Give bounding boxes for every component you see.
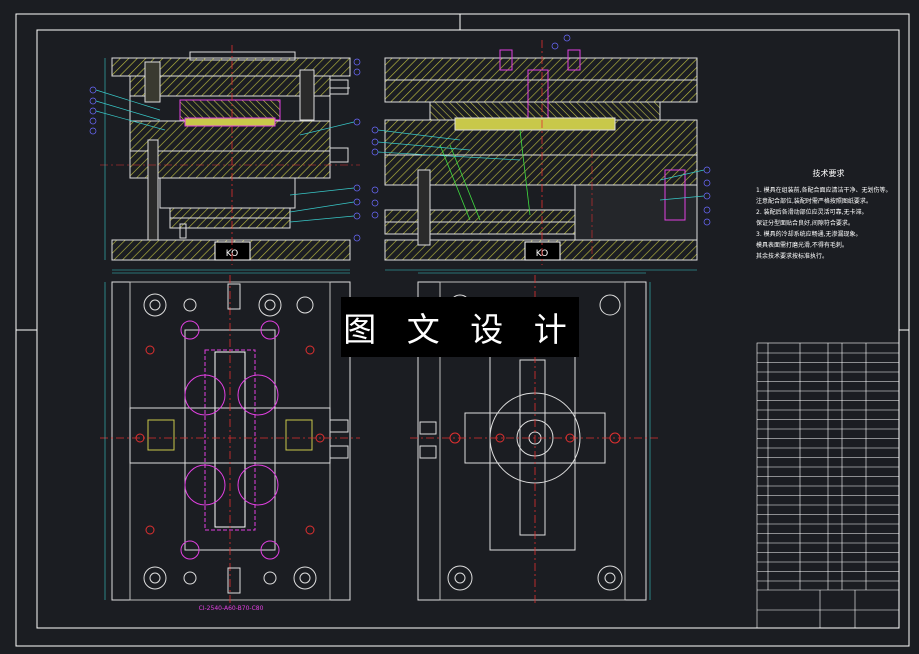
watermark-banner: 图 文 设 计 [341,297,579,357]
requirement-line: 注意配合部位,装配时需严格按照图纸要求。 [756,198,872,205]
requirement-line: 模具表面需打磨光滑,不得有毛刺。 [756,242,848,249]
bottom-caption: CI-2540-A60-B70-C80 [199,605,264,612]
front-section-view: KO [100,45,360,271]
requirement-line: 其余技术要求按标准执行。 [756,253,829,260]
requirement-line: 3. 模具的冷却系统应畅通,无渗漏现象。 [756,231,862,238]
plan-view-left: CI-2540-A60-B70-C80 [100,272,360,612]
requirement-line: 2. 装配后各滑动部位应灵活可靠,无卡滞。 [756,209,868,216]
parts-list-table [756,342,900,629]
technical-requirements-title: 技术要求 [812,169,845,178]
technical-requirements: 技术要求 1. 模具在组装前,各配合面应清洁干净、无划伤等。 注意配合部位,装配… [756,168,901,262]
requirement-line: 保证分型面贴合良好,间隙符合要求。 [756,220,854,227]
requirement-line: 1. 模具在组装前,各配合面应清洁干净、无划伤等。 [756,187,892,194]
